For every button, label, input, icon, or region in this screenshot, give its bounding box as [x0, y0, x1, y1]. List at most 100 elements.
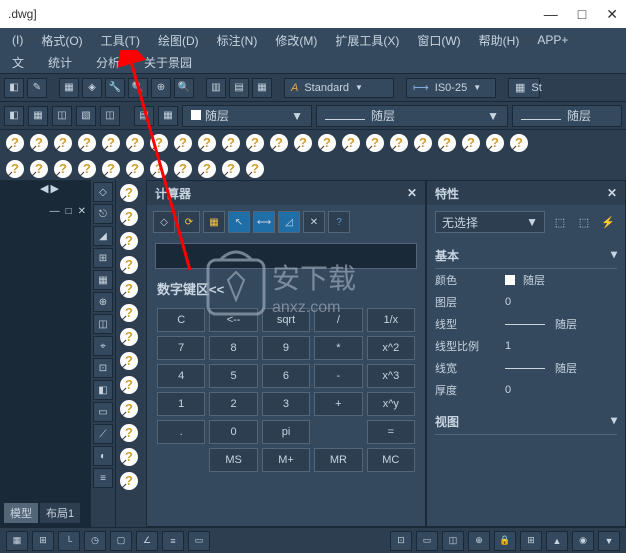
unknown-tool-icon[interactable]: ?: [4, 158, 26, 180]
calc-folder-icon[interactable]: ▦: [203, 211, 225, 233]
unknown-tool-icon[interactable]: ?: [118, 350, 140, 372]
unknown-tool-icon[interactable]: ?: [244, 158, 266, 180]
menu-item[interactable]: (I): [4, 31, 31, 49]
unknown-tool-icon[interactable]: ?: [118, 398, 140, 420]
calc-key-*[interactable]: *: [314, 336, 362, 360]
menu-draw[interactable]: 绘图(D): [150, 30, 207, 51]
unknown-tool-icon[interactable]: ?: [118, 230, 140, 252]
layer-icon[interactable]: ▦: [28, 106, 48, 126]
textstyle-combo[interactable]: AStandard▼: [284, 78, 394, 98]
calc-key-+[interactable]: +: [314, 392, 362, 416]
status-icon[interactable]: ▭: [416, 531, 438, 551]
property-row[interactable]: 线型比例1: [435, 335, 617, 357]
section-view[interactable]: 视图▾: [435, 409, 617, 435]
close-icon[interactable]: ✕: [607, 186, 617, 200]
close-icon[interactable]: ✕: [606, 6, 618, 23]
unknown-tool-icon[interactable]: ?: [28, 132, 50, 154]
layer-icon[interactable]: ◫: [100, 106, 120, 126]
unknown-tool-icon[interactable]: ?: [340, 132, 362, 154]
unknown-tool-icon[interactable]: ?: [52, 132, 74, 154]
calc-key-x^y[interactable]: x^y: [367, 392, 415, 416]
calc-dist-icon[interactable]: ⟷: [253, 211, 275, 233]
calc-key-C[interactable]: C: [157, 308, 205, 332]
calc-key-1/x[interactable]: 1/x: [367, 308, 415, 332]
calc-key-0[interactable]: 0: [209, 420, 257, 444]
unknown-tool-icon[interactable]: ?: [412, 132, 434, 154]
calc-cancel-icon[interactable]: ✕: [303, 211, 325, 233]
unknown-tool-icon[interactable]: ?: [244, 132, 266, 154]
vtool-icon[interactable]: ⎋: [93, 204, 113, 224]
calc-key-2[interactable]: 2: [209, 392, 257, 416]
vtool-icon[interactable]: ⊕: [93, 292, 113, 312]
tab-model[interactable]: 模型: [4, 503, 38, 523]
unknown-tool-icon[interactable]: ?: [148, 132, 170, 154]
property-value[interactable]: 1: [505, 338, 617, 354]
unknown-tool-icon[interactable]: ?: [220, 158, 242, 180]
minimize-icon[interactable]: —: [544, 6, 558, 23]
panel-icon[interactable]: ▦: [252, 78, 272, 98]
zoom-icon[interactable]: 🔍: [174, 78, 194, 98]
unknown-tool-icon[interactable]: ?: [100, 158, 122, 180]
vtool-icon[interactable]: ◇: [93, 182, 113, 202]
menu-dimension[interactable]: 标注(N): [209, 30, 266, 51]
vtool-icon[interactable]: ≡: [93, 468, 113, 488]
drawing-viewport[interactable]: ◀ ▶ — □ ✕ 模型 布局1: [0, 180, 90, 527]
linetype-combo[interactable]: 随层▼: [316, 105, 508, 127]
unknown-tool-icon[interactable]: ?: [118, 446, 140, 468]
osnap-icon[interactable]: ▢: [110, 531, 132, 551]
calc-point-icon[interactable]: ↖: [228, 211, 250, 233]
property-value[interactable]: 0: [505, 294, 617, 310]
property-value[interactable]: 随层: [505, 360, 617, 376]
vtool-icon[interactable]: ▭: [93, 402, 113, 422]
vtool-icon[interactable]: ⟋: [93, 424, 113, 444]
unknown-tool-icon[interactable]: ?: [196, 158, 218, 180]
flash-icon[interactable]: ⚡: [599, 213, 617, 231]
unknown-tool-icon[interactable]: ?: [118, 302, 140, 324]
status-icon[interactable]: ▼: [598, 531, 620, 551]
pickadd-icon[interactable]: ⬚: [575, 213, 593, 231]
property-value[interactable]: 随层: [505, 316, 617, 332]
calc-clear-icon[interactable]: ◇: [153, 211, 175, 233]
unknown-tool-icon[interactable]: ?: [364, 132, 386, 154]
calc-key-sqrt[interactable]: sqrt: [262, 308, 310, 332]
menu-window[interactable]: 窗口(W): [409, 30, 468, 51]
unknown-tool-icon[interactable]: ?: [436, 132, 458, 154]
calc-key--[interactable]: -: [314, 364, 362, 388]
unknown-tool-icon[interactable]: ?: [100, 132, 122, 154]
layer-icon[interactable]: ◫: [52, 106, 72, 126]
calc-key-MR[interactable]: MR: [314, 448, 362, 472]
minimize-icon[interactable]: —: [50, 206, 60, 217]
calc-key-1[interactable]: 1: [157, 392, 205, 416]
calc-key-/[interactable]: /: [314, 308, 362, 332]
menu-help[interactable]: 帮助(H): [471, 30, 528, 51]
vtool-icon[interactable]: ⊡: [93, 358, 113, 378]
maximize-icon[interactable]: □: [66, 206, 72, 217]
calc-angle-icon[interactable]: ◿: [278, 211, 300, 233]
color-combo[interactable]: 随层▼: [182, 105, 312, 127]
vtool-icon[interactable]: ◧: [93, 380, 113, 400]
wrench-icon[interactable]: 🔧: [105, 78, 125, 98]
unknown-tool-icon[interactable]: ?: [124, 158, 146, 180]
unknown-tool-icon[interactable]: ?: [124, 132, 146, 154]
unknown-tool-icon[interactable]: ?: [388, 132, 410, 154]
maximize-icon[interactable]: □: [578, 6, 586, 23]
menu-modify[interactable]: 修改(M): [267, 30, 325, 51]
calc-key-.[interactable]: .: [157, 420, 205, 444]
calc-key-6[interactable]: 6: [262, 364, 310, 388]
unknown-tool-icon[interactable]: ?: [118, 470, 140, 492]
lineweight-combo[interactable]: 随层: [512, 105, 622, 127]
calc-key-x^3[interactable]: x^3: [367, 364, 415, 388]
close-icon[interactable]: ✕: [407, 186, 417, 200]
calc-key-=[interactable]: =: [367, 420, 415, 444]
panel-icon[interactable]: ▥: [206, 78, 226, 98]
unknown-tool-icon[interactable]: ?: [118, 326, 140, 348]
unknown-tool-icon[interactable]: ?: [28, 158, 50, 180]
layer-icon[interactable]: ▦: [158, 106, 178, 126]
unknown-tool-icon[interactable]: ?: [172, 158, 194, 180]
calc-key-MS[interactable]: MS: [209, 448, 257, 472]
unknown-tool-icon[interactable]: ?: [52, 158, 74, 180]
unknown-tool-icon[interactable]: ?: [508, 132, 530, 154]
selection-combo[interactable]: 无选择▼: [435, 211, 545, 233]
unknown-tool-icon[interactable]: ?: [76, 132, 98, 154]
calculator-display[interactable]: [155, 243, 417, 269]
